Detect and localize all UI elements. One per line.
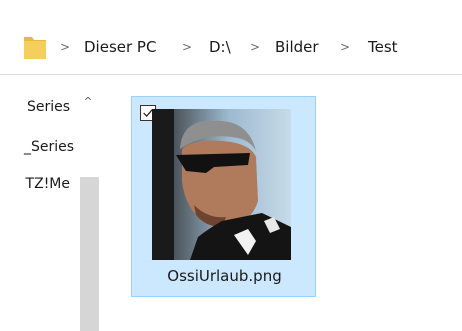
address-bar[interactable]: > Dieser PC > D:\ > Bilder > Test bbox=[0, 20, 462, 75]
nav-item[interactable]: _Series bbox=[0, 137, 100, 157]
nav-item-label: TZ!Me bbox=[25, 176, 70, 192]
image-thumbnail bbox=[152, 109, 291, 260]
nav-scrollbar-thumb[interactable] bbox=[80, 177, 99, 331]
nav-item-label: _Series bbox=[23, 139, 74, 155]
folder-icon bbox=[24, 37, 46, 59]
breadcrumb-item-bilder[interactable]: Bilder bbox=[275, 20, 319, 74]
navigation-pane: Series _Series TZ!Me ^ bbox=[0, 75, 100, 331]
window-top-strip bbox=[0, 0, 462, 21]
file-name-label[interactable]: OssiUrlaub.png bbox=[132, 267, 317, 285]
breadcrumb-item-drive-d[interactable]: D:\ bbox=[209, 20, 231, 74]
breadcrumb-separator-icon: > bbox=[182, 40, 193, 54]
breadcrumb-separator-icon: > bbox=[60, 40, 71, 54]
chevron-up-icon[interactable]: ^ bbox=[77, 93, 99, 111]
breadcrumb-separator-icon: > bbox=[250, 40, 261, 54]
breadcrumb-item-test[interactable]: Test bbox=[368, 20, 398, 74]
breadcrumb-separator-icon: > bbox=[340, 40, 351, 54]
breadcrumb-item-dieser-pc[interactable]: Dieser PC bbox=[84, 20, 156, 74]
nav-item-label: Series bbox=[26, 99, 70, 115]
file-item[interactable]: OssiUrlaub.png bbox=[131, 96, 316, 297]
